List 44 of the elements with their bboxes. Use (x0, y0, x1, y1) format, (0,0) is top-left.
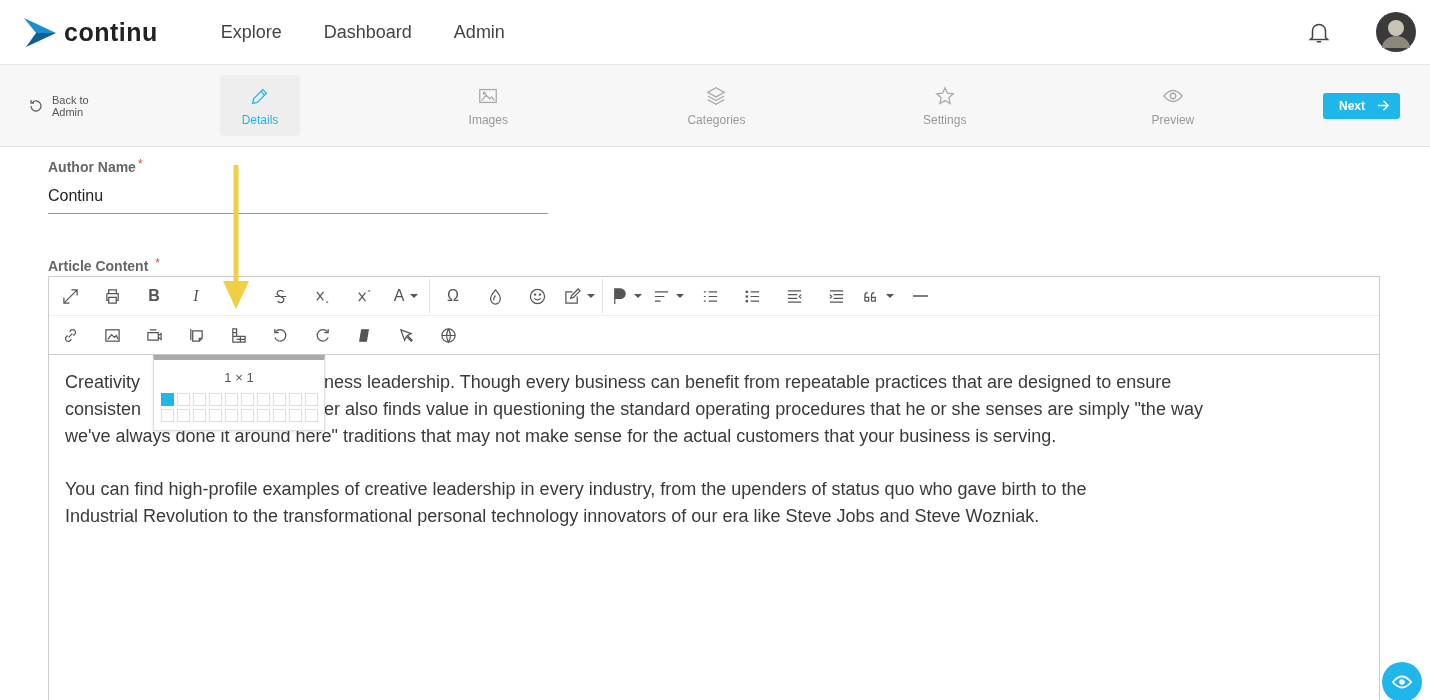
edit-icon (563, 287, 581, 305)
field-label: Author Name (48, 159, 136, 175)
bullet-list-icon (743, 287, 761, 305)
paragraph-text: Industrial Revolution to the transformational personal technology innovators of our era like Steve Jobs and Steve Wozniak. (65, 505, 1040, 528)
nav-link[interactable]: Dashboard (323, 21, 412, 43)
table-size-label: 1 × 1 (224, 370, 254, 386)
layers-icon (705, 84, 728, 107)
paragraph-text: er also finds value in questioning the standard operating procedures that he or she senses are simply "the way (324, 398, 1203, 421)
paragraph-text: consisten (65, 399, 142, 419)
brand-name[interactable]: continu (64, 17, 158, 47)
grid-cell[interactable] (160, 393, 174, 406)
bold-button[interactable]: B (133, 281, 175, 311)
author-name-field[interactable]: Continu (48, 175, 548, 214)
globe-icon (439, 326, 457, 344)
symbol-button[interactable]: Ω (432, 281, 474, 311)
emoji-icon (528, 287, 546, 305)
indent-icon (827, 287, 845, 305)
logo-icon[interactable] (24, 16, 56, 48)
star-icon (933, 84, 956, 107)
undo-icon (271, 326, 289, 344)
required-mark: * (137, 159, 143, 169)
refresh-icon (28, 97, 44, 114)
arrow-right-icon (1377, 99, 1390, 112)
paragraph-text: Creativity (65, 372, 140, 392)
back-button[interactable]: Back to Admin (28, 93, 148, 118)
font-color-button[interactable]: A (385, 281, 427, 311)
image-icon (103, 326, 121, 344)
nav-link[interactable]: Explore (220, 21, 282, 43)
nav-link[interactable]: Admin (453, 21, 505, 43)
required-mark: * (155, 258, 160, 268)
field-label: Article Content (48, 258, 149, 274)
avatar[interactable] (1376, 12, 1416, 52)
fullscreen-icon (61, 287, 79, 305)
table-icon (229, 326, 247, 344)
italic-button[interactable]: I (175, 281, 217, 311)
print-icon (103, 287, 121, 305)
paragraph-text: You can find high-profile examples of creative leadership in every industry, from the upenders of status quo who gave birth to the (65, 478, 1087, 501)
select-icon (397, 326, 415, 344)
copy-icon (187, 326, 205, 344)
paragraph-text: ness leadership. Though every business can benefit from repeatable practices that are designed to ensure (324, 371, 1172, 394)
video-icon (145, 326, 163, 344)
preview-button[interactable] (1382, 662, 1422, 700)
outdent-icon (785, 287, 803, 305)
rule-icon (911, 294, 929, 298)
